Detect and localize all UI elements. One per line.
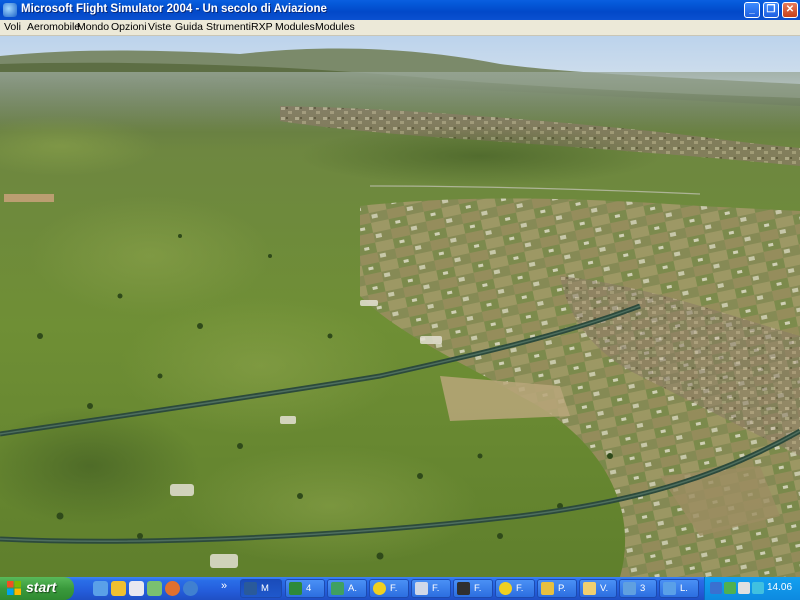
- outlook-icon[interactable]: [111, 581, 126, 596]
- close-button[interactable]: ✕: [782, 2, 798, 18]
- ie-icon: [663, 582, 676, 595]
- terrain-scene: [0, 36, 800, 577]
- group-icon: [623, 582, 636, 595]
- flightsim-icon: [244, 582, 257, 595]
- menu-aeromobile[interactable]: Aeromobile: [27, 21, 80, 33]
- window-title: Microsoft Flight Simulator 2004 - Un sec…: [21, 3, 327, 15]
- task-button-p[interactable]: P.: [537, 579, 577, 598]
- menu-opzioni[interactable]: Opzioni: [111, 21, 147, 33]
- clock[interactable]: 14.06: [767, 582, 792, 593]
- folder-icon: [583, 582, 596, 595]
- scenery-viewport[interactable]: [0, 36, 800, 577]
- tool-icon: [331, 582, 344, 595]
- messenger-icon[interactable]: [147, 581, 162, 596]
- menu-modules-2[interactable]: Modules: [315, 21, 355, 33]
- flight-simulator-icon[interactable]: [3, 3, 17, 17]
- system-tray: 14.06: [704, 577, 800, 600]
- maximize-button[interactable]: ❐: [763, 2, 779, 18]
- task-button-f1[interactable]: F.: [369, 579, 409, 598]
- shield-icon[interactable]: [724, 582, 736, 594]
- ie-icon[interactable]: [93, 581, 108, 596]
- task-button-f4[interactable]: F.: [495, 579, 535, 598]
- menu-strumenti[interactable]: Strumenti: [206, 21, 251, 33]
- media-player-icon[interactable]: [129, 581, 144, 596]
- menu-viste[interactable]: Viste: [148, 21, 171, 33]
- plane-icon: [415, 582, 428, 595]
- messenger-tray-icon[interactable]: [752, 582, 764, 594]
- minimize-button[interactable]: _: [744, 2, 760, 18]
- task-button-group-3[interactable]: 3: [619, 579, 657, 598]
- quick-launch-overflow-icon[interactable]: »: [221, 580, 227, 592]
- firefox-icon[interactable]: [165, 581, 180, 596]
- menu-voli[interactable]: Voli: [4, 21, 21, 33]
- network-icon[interactable]: [710, 582, 722, 594]
- task-button-f3[interactable]: F.: [453, 579, 493, 598]
- menu-bar: Voli Aeromobile Mondo Opzioni Viste Guid…: [0, 20, 800, 36]
- start-button[interactable]: start: [0, 577, 74, 600]
- taskbar: start » M 4 A. F. F. F. F. P. V. 3 L. 14…: [0, 577, 800, 600]
- menu-mondo[interactable]: Mondo: [77, 21, 109, 33]
- monitor-icon: [457, 582, 470, 595]
- paint-icon: [541, 582, 554, 595]
- start-label: start: [26, 579, 57, 595]
- task-button-f2[interactable]: F.: [411, 579, 451, 598]
- yellow-circle-icon: [373, 582, 386, 595]
- windows-logo-icon: [7, 581, 21, 595]
- menu-rxp[interactable]: RXP: [251, 21, 273, 33]
- task-button-excel[interactable]: 4: [285, 579, 325, 598]
- menu-modules-1[interactable]: Modules: [275, 21, 315, 33]
- volume-icon[interactable]: [738, 582, 750, 594]
- excel-icon: [289, 582, 302, 595]
- search-icon[interactable]: [183, 581, 198, 596]
- task-button-l[interactable]: L.: [659, 579, 699, 598]
- task-button-v[interactable]: V.: [579, 579, 617, 598]
- menu-guida[interactable]: Guida: [175, 21, 203, 33]
- task-button-flight-simulator[interactable]: M: [240, 579, 282, 598]
- task-button-a[interactable]: A.: [327, 579, 367, 598]
- title-bar[interactable]: Microsoft Flight Simulator 2004 - Un sec…: [0, 0, 800, 20]
- yellow-circle-icon: [499, 582, 512, 595]
